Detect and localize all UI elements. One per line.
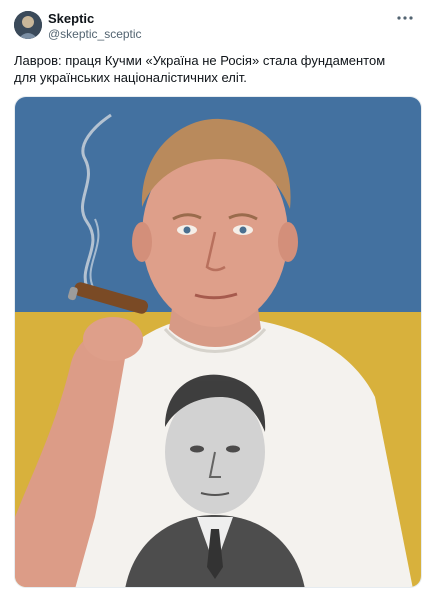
more-options-button[interactable] <box>394 8 416 28</box>
post-text: Лавров: праця Кучми «Україна не Росія» с… <box>14 53 386 85</box>
display-name[interactable]: Skeptic <box>48 12 142 25</box>
tweet-post: Skeptic @skeptic_sceptic Лавров: праця К… <box>0 0 428 591</box>
avatar[interactable] <box>14 11 42 39</box>
user-handle[interactable]: @skeptic_sceptic <box>48 28 142 40</box>
more-horizontal-icon <box>397 16 413 20</box>
post-image[interactable] <box>14 96 422 588</box>
author-block: Skeptic @skeptic_sceptic <box>48 11 142 40</box>
